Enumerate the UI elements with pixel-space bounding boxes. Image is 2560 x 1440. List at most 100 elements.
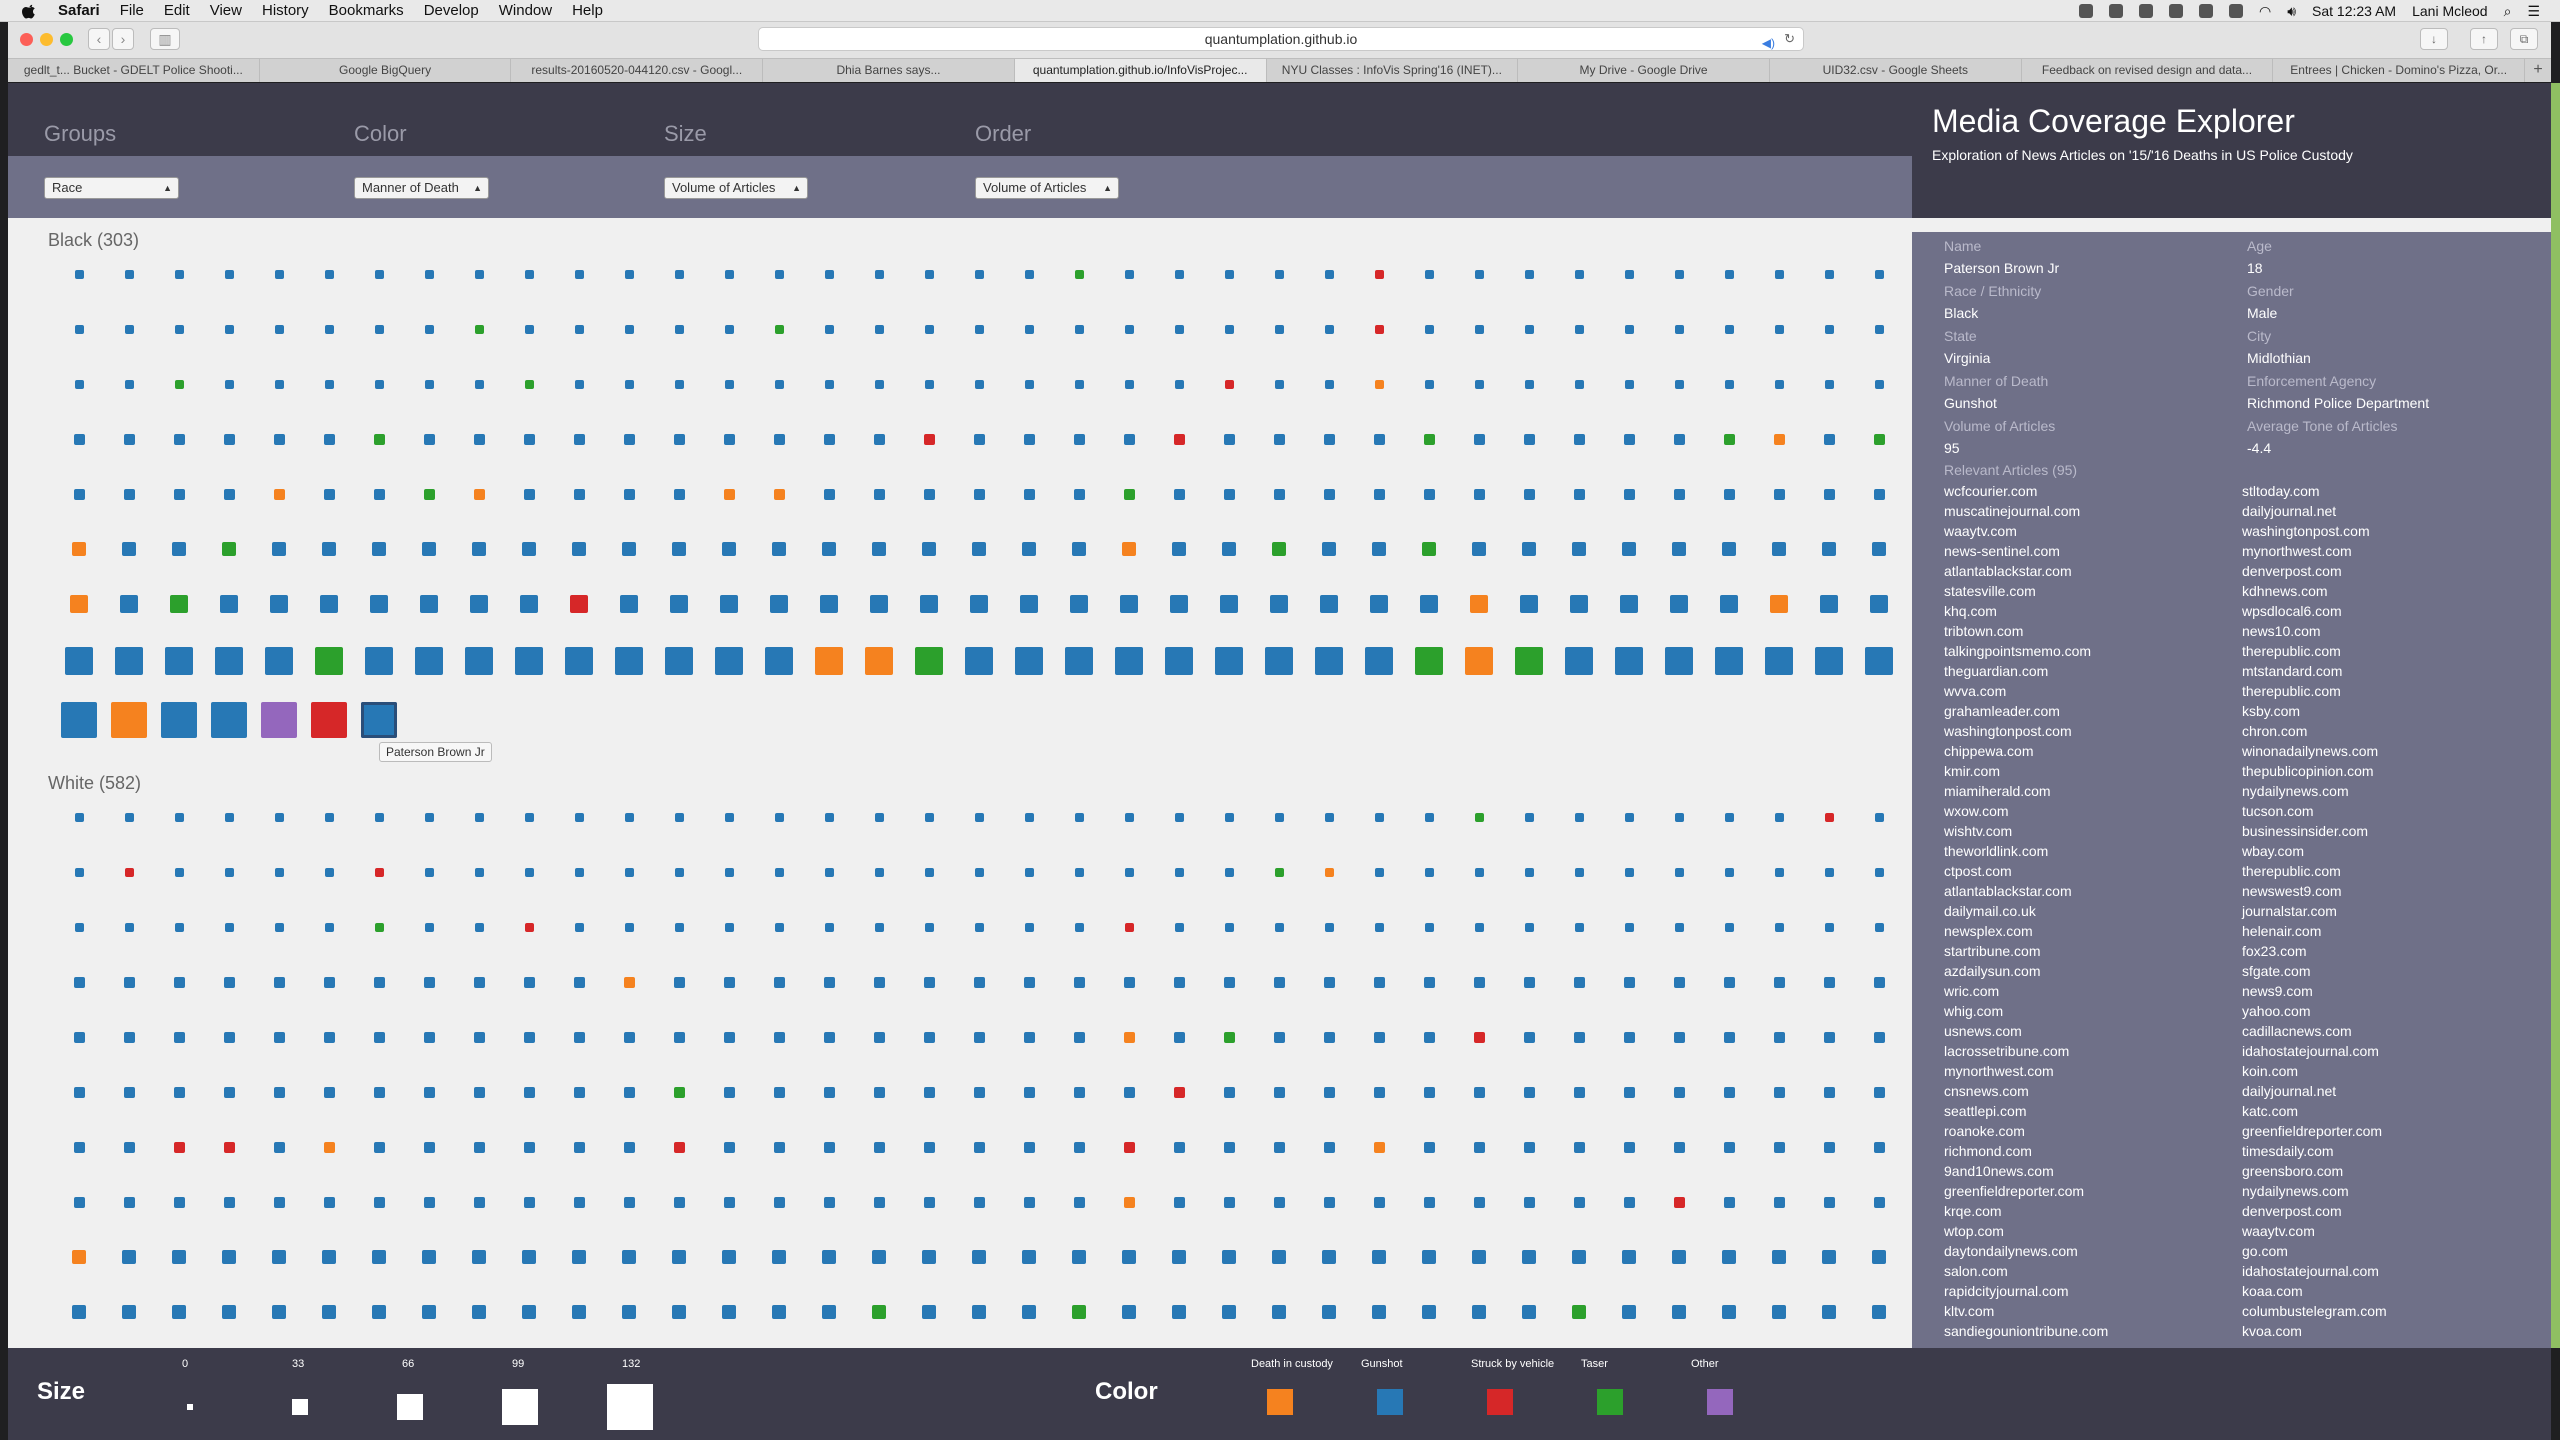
data-square[interactable] [1823,976,1835,988]
data-square[interactable] [1670,595,1688,613]
data-square[interactable] [922,1305,936,1319]
data-square[interactable] [1022,1250,1036,1264]
data-square[interactable] [1273,976,1285,988]
data-square[interactable] [424,812,434,822]
data-square[interactable] [72,542,86,556]
data-square[interactable] [373,1031,385,1043]
data-square[interactable] [473,488,485,500]
data-square[interactable] [1722,1250,1736,1264]
data-square[interactable] [1724,922,1734,932]
data-square[interactable] [773,1196,785,1208]
data-square[interactable] [111,702,147,738]
data-square[interactable] [823,433,835,445]
data-square[interactable] [174,867,184,877]
data-square[interactable] [123,1031,135,1043]
data-square[interactable] [1424,269,1434,279]
data-square[interactable] [1274,922,1284,932]
sidebar-toggle-icon[interactable]: ▥ [150,28,180,50]
data-square[interactable] [1624,379,1634,389]
browser-tab[interactable]: My Drive - Google Drive [1518,59,1770,82]
data-square[interactable] [1174,324,1184,334]
back-button[interactable]: ‹ [88,28,110,50]
data-square[interactable] [674,922,684,932]
data-square[interactable] [1265,647,1293,675]
article-link[interactable]: wric.com [1944,983,1999,999]
data-square[interactable] [665,647,693,675]
data-square[interactable] [224,812,234,822]
data-square[interactable] [220,595,238,613]
data-square[interactable] [1574,812,1584,822]
data-square[interactable] [1473,1141,1485,1153]
data-square[interactable] [1623,488,1635,500]
data-square[interactable] [365,647,393,675]
data-square[interactable] [970,595,988,613]
data-square[interactable] [573,433,585,445]
data-square[interactable] [715,647,743,675]
data-square[interactable] [473,433,485,445]
data-square[interactable] [1823,1141,1835,1153]
data-square[interactable] [774,812,784,822]
data-square[interactable] [423,1086,435,1098]
data-square[interactable] [320,595,338,613]
data-square[interactable] [1872,1305,1886,1319]
data-square[interactable] [1674,867,1684,877]
data-square[interactable] [423,976,435,988]
data-square[interactable] [122,542,136,556]
data-square[interactable] [273,1086,285,1098]
data-square[interactable] [1073,1031,1085,1043]
data-square[interactable] [973,1031,985,1043]
data-square[interactable] [1115,647,1143,675]
article-link[interactable]: winonadailynews.com [2242,743,2378,759]
data-square[interactable] [522,1250,536,1264]
data-square[interactable] [1373,1141,1385,1153]
time-machine-icon[interactable] [2198,4,2213,18]
data-square[interactable] [222,1305,236,1319]
data-square[interactable] [470,595,488,613]
data-square[interactable] [1073,1196,1085,1208]
data-square[interactable] [1172,1250,1186,1264]
data-square[interactable] [874,922,884,932]
groups-select[interactable]: Race ▲ [44,177,179,199]
data-square[interactable] [1573,1141,1585,1153]
data-square[interactable] [1070,595,1088,613]
data-square[interactable] [574,379,584,389]
data-square[interactable] [515,647,543,675]
data-square[interactable] [1374,269,1384,279]
data-square[interactable] [273,488,285,500]
close-window-button[interactable] [20,33,33,46]
article-link[interactable]: azdailysun.com [1944,963,2041,979]
data-square[interactable] [124,269,134,279]
data-square[interactable] [823,488,835,500]
data-square[interactable] [73,433,85,445]
data-square[interactable] [1124,922,1134,932]
data-square[interactable] [1224,867,1234,877]
data-square[interactable] [974,379,984,389]
data-square[interactable] [1272,1250,1286,1264]
data-square[interactable] [723,976,735,988]
article-link[interactable]: richmond.com [1944,1143,2032,1159]
data-square[interactable] [1774,269,1784,279]
data-square[interactable] [1773,433,1785,445]
data-square[interactable] [1123,1086,1135,1098]
data-square[interactable] [424,379,434,389]
data-square[interactable] [972,1305,986,1319]
article-link[interactable]: wpsdlocal6.com [2242,603,2342,619]
article-link[interactable]: news-sentinel.com [1944,543,2060,559]
data-square[interactable] [1074,812,1084,822]
data-square[interactable] [722,1250,736,1264]
data-square[interactable] [722,1305,736,1319]
article-link[interactable]: chippewa.com [1944,743,2034,759]
data-square[interactable] [1824,812,1834,822]
article-link[interactable]: greensboro.com [2242,1163,2343,1179]
data-square[interactable] [772,1305,786,1319]
data-square[interactable] [1173,1031,1185,1043]
data-square[interactable] [1524,867,1534,877]
data-square[interactable] [1620,595,1638,613]
data-square[interactable] [773,976,785,988]
data-square[interactable] [1523,433,1535,445]
data-square[interactable] [1822,1305,1836,1319]
data-square[interactable] [161,702,197,738]
data-square[interactable] [1124,269,1134,279]
data-square[interactable] [1874,269,1884,279]
data-square[interactable] [1072,542,1086,556]
